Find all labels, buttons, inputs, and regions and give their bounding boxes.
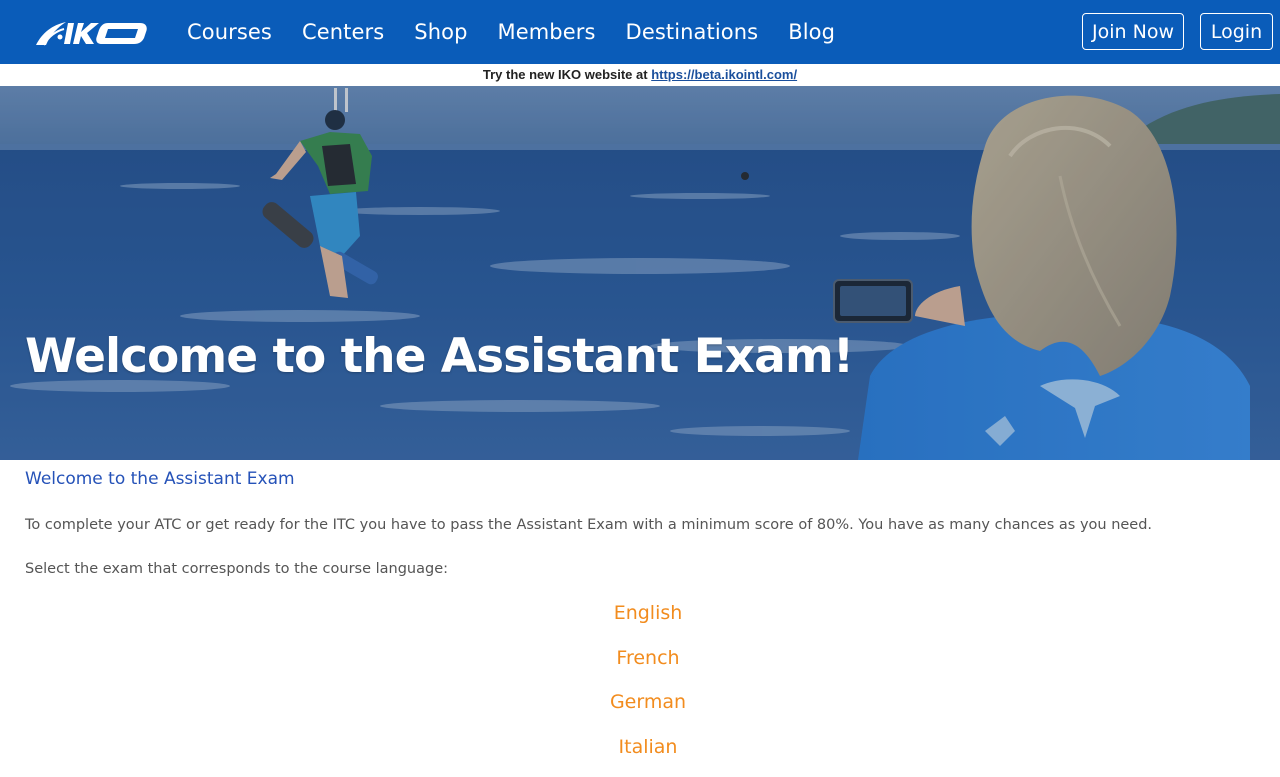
nav-link-shop[interactable]: Shop: [414, 20, 467, 44]
exam-link-english[interactable]: English: [25, 598, 1271, 643]
nav-link-blog[interactable]: Blog: [788, 20, 835, 44]
iko-logo[interactable]: [34, 17, 150, 49]
nav-link-destinations[interactable]: Destinations: [626, 20, 759, 44]
main-nav: Courses Centers Shop Members Destination…: [187, 0, 835, 64]
hero-banner: Welcome to the Assistant Exam!: [0, 86, 1280, 460]
beta-site-link[interactable]: https://beta.ikointl.com/: [651, 67, 797, 82]
select-language-prompt: Select the exam that corresponds to the …: [25, 561, 449, 577]
nav-link-members[interactable]: Members: [498, 20, 596, 44]
top-navbar: Courses Centers Shop Members Destination…: [0, 0, 1280, 64]
intro-paragraph: To complete your ATC or get ready for th…: [25, 517, 1153, 533]
exam-link-italian[interactable]: Italian: [25, 732, 1271, 777]
hero-background-image: [0, 86, 1280, 460]
exam-link-german[interactable]: German: [25, 687, 1271, 732]
exam-link-french[interactable]: French: [25, 643, 1271, 688]
login-button[interactable]: Login: [1200, 13, 1273, 50]
nav-link-centers[interactable]: Centers: [302, 20, 384, 44]
hero-title: Welcome to the Assistant Exam!: [25, 329, 854, 385]
nav-link-courses[interactable]: Courses: [187, 20, 272, 44]
section-heading: Welcome to the Assistant Exam: [25, 469, 295, 489]
beta-banner: Try the new IKO website at https://beta.…: [0, 64, 1280, 86]
exam-language-list: English French German Italian: [25, 598, 1271, 777]
join-now-button[interactable]: Join Now: [1082, 13, 1184, 50]
beta-banner-text: Try the new IKO website at: [482, 67, 652, 82]
